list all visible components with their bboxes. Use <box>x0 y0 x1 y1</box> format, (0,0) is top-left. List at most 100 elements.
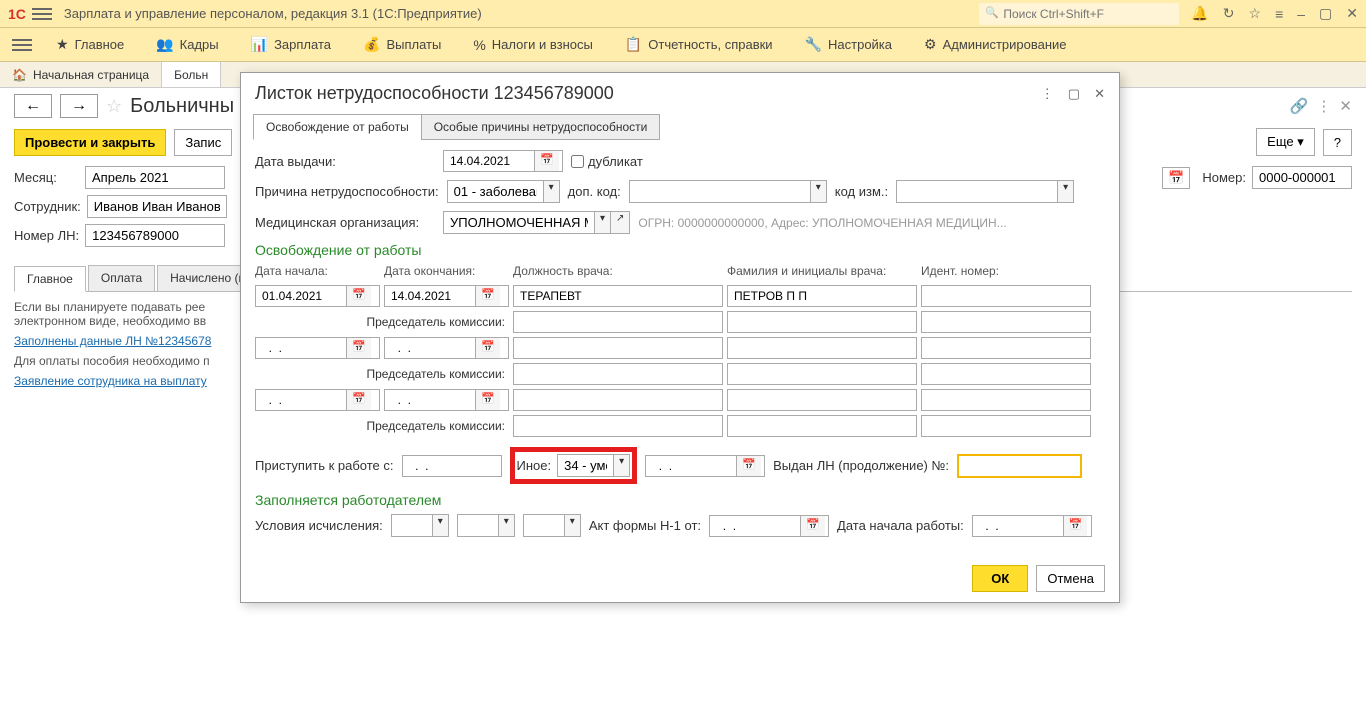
chair-name3[interactable] <box>727 415 917 437</box>
inner-tab-payment[interactable]: Оплата <box>88 265 155 291</box>
more-icon[interactable]: ⋮ <box>1316 97 1331 115</box>
inner-tab-main[interactable]: Главное <box>14 266 86 292</box>
doctor2-input[interactable] <box>727 337 917 359</box>
open-icon[interactable]: ↗ <box>610 212 629 233</box>
ident2-input[interactable] <box>921 337 1091 359</box>
calendar-icon[interactable]: 📅 <box>1063 516 1088 536</box>
other-input[interactable] <box>558 455 613 476</box>
minimize-icon[interactable]: – <box>1297 6 1305 22</box>
end1-input[interactable] <box>385 286 475 306</box>
position3-input[interactable] <box>513 389 723 411</box>
chevron-down-icon[interactable]: ▾ <box>498 515 514 536</box>
close-icon[interactable]: ✕ <box>1346 5 1358 22</box>
calendar-icon[interactable]: 📅 <box>346 390 371 410</box>
burger-menu-icon[interactable] <box>32 4 52 24</box>
chair-pos1[interactable] <box>513 311 723 333</box>
start2-input[interactable] <box>256 338 346 358</box>
back-button[interactable]: ← <box>14 94 52 118</box>
modal-maximize-icon[interactable]: ▢ <box>1068 86 1080 102</box>
link-icon[interactable]: 🔗 <box>1290 97 1309 115</box>
chevron-down-icon[interactable]: ▾ <box>594 212 610 233</box>
tab-start[interactable]: 🏠Начальная страница <box>0 62 162 87</box>
menu-collapse-icon[interactable] <box>12 35 32 55</box>
commit-button[interactable]: Провести и закрыть <box>14 129 166 156</box>
employee-input[interactable] <box>87 195 227 218</box>
star-icon[interactable]: ☆ <box>1249 5 1262 22</box>
cont-number-input[interactable] <box>957 454 1082 478</box>
menu-hr[interactable]: 👥Кадры <box>140 36 234 53</box>
filter-icon[interactable]: ≡ <box>1275 6 1283 22</box>
chair-name1[interactable] <box>727 311 917 333</box>
changecode-input[interactable] <box>897 181 1057 202</box>
menu-taxes[interactable]: %Налоги и взносы <box>457 37 609 53</box>
chevron-down-icon[interactable]: ▾ <box>1057 181 1073 202</box>
close-page-icon[interactable]: ✕ <box>1339 97 1352 115</box>
chair-pos3[interactable] <box>513 415 723 437</box>
calendar-icon[interactable]: 📅 <box>475 390 500 410</box>
end2-input[interactable] <box>385 338 475 358</box>
cond1-input[interactable] <box>392 515 432 536</box>
bell-icon[interactable]: 🔔 <box>1191 5 1208 22</box>
tab-sickleave[interactable]: Больн <box>162 62 221 87</box>
ident1-input[interactable] <box>921 285 1091 307</box>
help-button[interactable]: ? <box>1323 129 1352 156</box>
chair-id3[interactable] <box>921 415 1091 437</box>
history-icon[interactable]: ↻ <box>1223 5 1235 22</box>
modal-tab-reasons[interactable]: Особые причины нетрудоспособности <box>421 114 661 140</box>
addcode-input[interactable] <box>630 181 810 202</box>
issue-date-input[interactable] <box>444 151 534 171</box>
modal-tab-release[interactable]: Освобождение от работы <box>253 114 422 140</box>
calendar-icon[interactable]: 📅 <box>475 338 500 358</box>
menu-reports[interactable]: 📋Отчетность, справки <box>609 36 789 53</box>
start1-input[interactable] <box>256 286 346 306</box>
start3-input[interactable] <box>256 390 346 410</box>
cond2-input[interactable] <box>458 515 498 536</box>
ident3-input[interactable] <box>921 389 1091 411</box>
calendar-icon[interactable]: 📅 <box>534 151 559 171</box>
cancel-button[interactable]: Отмена <box>1036 565 1105 592</box>
chair-pos2[interactable] <box>513 363 723 385</box>
return-date-input[interactable] <box>403 456 475 476</box>
calendar-icon[interactable]: 📅 <box>346 338 371 358</box>
search-input[interactable] <box>979 3 1179 25</box>
act-date-input[interactable] <box>710 516 800 536</box>
month-input[interactable] <box>85 166 225 189</box>
chevron-down-icon[interactable]: ▾ <box>432 515 448 536</box>
doctor3-input[interactable] <box>727 389 917 411</box>
cond3-input[interactable] <box>524 515 564 536</box>
calendar-icon[interactable]: 📅 <box>475 286 500 306</box>
position1-input[interactable] <box>513 285 723 307</box>
modal-more-icon[interactable]: ⋮ <box>1041 86 1054 102</box>
more-button[interactable]: Еще ▾ <box>1256 128 1315 156</box>
duplicate-checkbox[interactable] <box>571 155 584 168</box>
forward-button[interactable]: → <box>60 94 98 118</box>
reason-input[interactable] <box>448 181 543 202</box>
chair-id2[interactable] <box>921 363 1091 385</box>
chevron-down-icon[interactable]: ▾ <box>564 515 580 536</box>
calendar-icon[interactable]: 📅 <box>1162 167 1190 189</box>
calendar-icon[interactable]: 📅 <box>346 286 371 306</box>
ok-button[interactable]: ОК <box>972 565 1028 592</box>
workstart-date-input[interactable] <box>973 516 1063 536</box>
menu-settings[interactable]: 🔧Настройка <box>789 36 908 53</box>
menu-salary[interactable]: 📊Зарплата <box>235 36 347 53</box>
medorg-input[interactable] <box>444 212 594 233</box>
menu-main[interactable]: ★Главное <box>40 36 140 53</box>
position2-input[interactable] <box>513 337 723 359</box>
modal-close-icon[interactable]: ✕ <box>1094 86 1105 102</box>
doctor1-input[interactable] <box>727 285 917 307</box>
chevron-down-icon[interactable]: ▾ <box>810 181 826 202</box>
link-ln-data[interactable]: Заполнены данные ЛН №12345678 <box>14 334 211 348</box>
chair-id1[interactable] <box>921 311 1091 333</box>
other-date-input[interactable] <box>646 456 736 476</box>
chevron-down-icon[interactable]: ▾ <box>543 181 559 202</box>
write-button[interactable]: Запис <box>174 129 232 156</box>
number-input[interactable] <box>1252 166 1352 189</box>
calendar-icon[interactable]: 📅 <box>800 516 825 536</box>
link-application[interactable]: Заявление сотрудника на выплату <box>14 374 207 388</box>
menu-payments[interactable]: 💰Выплаты <box>347 36 457 53</box>
menu-admin[interactable]: ⚙Администрирование <box>908 36 1083 53</box>
chair-name2[interactable] <box>727 363 917 385</box>
chevron-down-icon[interactable]: ▾ <box>613 455 629 476</box>
favorite-icon[interactable]: ☆ <box>106 96 122 117</box>
